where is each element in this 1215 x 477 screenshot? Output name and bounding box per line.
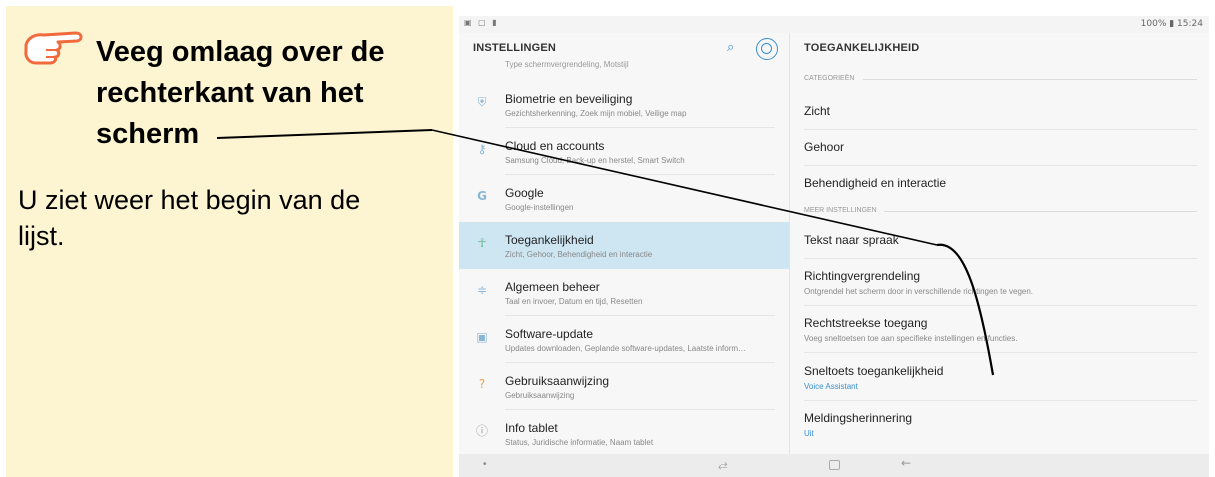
settings-item-title: Cloud en accounts — [505, 139, 605, 153]
nav-dot-icon: • — [483, 459, 487, 470]
more-settings-label: MEER INSTELLINGEN — [804, 207, 877, 214]
account-icon[interactable] — [756, 38, 778, 60]
instruction-title-line2: rechterkant van het — [96, 77, 364, 109]
back-icon[interactable]: ← — [901, 456, 911, 470]
instruction-title: Veeg omlaag over de rechterkant van het … — [96, 32, 436, 155]
categories-label: CATEGORIEËN — [804, 75, 855, 82]
google-icon: G — [477, 189, 487, 203]
instruction-title-line1: Veeg omlaag over de — [96, 36, 385, 68]
setting-richtingvergrendeling-sub: Ontgrendel het scherm door in verschille… — [804, 287, 1034, 296]
more-settings-divider — [884, 211, 1197, 212]
info-icon: ⓘ — [475, 424, 488, 438]
settings-item-cloud[interactable]: ⚷ Cloud en accounts Samsung Cloud, Back-… — [459, 128, 789, 175]
recent-apps-icon[interactable]: ⥄ — [718, 457, 728, 472]
tablet-screen: ▣ ▢ ▮ 100% ▮ 15:24 INSTELLINGEN ⌕ Type s… — [459, 16, 1209, 477]
accessibility-panel: TOEGANKELIJKHEID CATEGORIEËN Zicht Gehoo… — [790, 33, 1209, 454]
settings-item-gebruiksaanwijzing[interactable]: ? Gebruiksaanwijzing Gebruiksaanwijzing — [459, 363, 789, 410]
search-icon[interactable]: ⌕ — [727, 40, 745, 58]
instruction-body: U ziet weer het begin van de lijst. — [18, 182, 448, 254]
settings-item-subtitle: Status, Juridische informatie, Naam tabl… — [505, 438, 654, 447]
instruction-body-line2: lijst. — [18, 221, 65, 251]
settings-item-title: Software-update — [505, 327, 594, 341]
navigation-bar: • ⥄ ← — [459, 454, 1209, 477]
settings-item-title: Toegankelijkheid — [505, 233, 594, 247]
settings-item-google[interactable]: G Google Google-instellingen — [459, 175, 789, 222]
instruction-body-line1: U ziet weer het begin van de — [18, 185, 361, 215]
settings-item-software-update[interactable]: ▣ Software-update Updates downloaden, Ge… — [459, 316, 789, 363]
settings-item-subtitle: Gezichtsherkenning, Zoek mijn mobiel, Ve… — [505, 109, 687, 118]
sliders-icon: ≑ — [476, 283, 488, 297]
settings-item-subtitle: Taal en invoer, Datum en tijd, Resetten — [505, 297, 643, 306]
update-icon: ▣ — [476, 330, 488, 344]
accessibility-title: TOEGANKELIJKHEID — [804, 42, 920, 54]
category-zicht[interactable]: Zicht — [804, 104, 830, 118]
instruction-title-line3: scherm — [96, 118, 200, 150]
settings-item-subtitle: Updates downloaden, Geplande software-up… — [505, 344, 747, 353]
settings-list-panel: INSTELLINGEN ⌕ Type schermvergrendeling,… — [459, 33, 789, 454]
setting-rechtstreekse-toegang[interactable]: Rechtstreekse toegang — [804, 316, 927, 330]
key-icon: ⚷ — [477, 142, 487, 156]
setting-meldingsherinnering[interactable]: Meldingsherinnering — [804, 411, 912, 425]
settings-item-title: Algemeen beheer — [505, 280, 600, 294]
settings-title: INSTELLINGEN — [473, 42, 557, 54]
settings-item-subtitle: Google-instellingen — [505, 203, 574, 212]
settings-item-title: Biometrie en beveiliging — [505, 92, 633, 106]
category-behendigheid[interactable]: Behendigheid en interactie — [804, 176, 946, 190]
settings-item-info-tablet[interactable]: ⓘ Info tablet Status, Juridische informa… — [459, 410, 789, 454]
categories-divider — [863, 79, 1197, 80]
settings-item-biometrie[interactable]: ⛨ Biometrie en beveiliging Gezichtsherke… — [459, 81, 789, 128]
settings-item-subtitle: Gebruiksaanwijzing — [505, 391, 575, 400]
settings-item-subtitle: Zicht, Gehoor, Behendigheid en interacti… — [505, 250, 653, 259]
status-bar: ▣ ▢ ▮ 100% ▮ 15:24 — [459, 16, 1209, 33]
shield-icon: ⛨ — [477, 95, 487, 109]
home-icon[interactable] — [829, 460, 840, 470]
status-right: 100% ▮ 15:24 — [1140, 19, 1203, 29]
settings-item-toegankelijkheid[interactable]: ☥ Toegankelijkheid Zicht, Gehoor, Behend… — [459, 222, 789, 269]
settings-item-title: Gebruiksaanwijzing — [505, 374, 610, 388]
setting-rechtstreekse-toegang-sub: Voeg sneltoetsen toe aan specifieke inst… — [804, 334, 1018, 343]
setting-sneltoets[interactable]: Sneltoets toegankelijkheid — [804, 364, 943, 378]
cut-subtitle: Type schermvergrendeling, Motstijl — [505, 60, 629, 69]
setting-richtingvergrendeling[interactable]: Richtingvergrendeling — [804, 269, 920, 283]
settings-item-title: Info tablet — [505, 421, 558, 435]
settings-item-title: Google — [505, 186, 544, 200]
category-gehoor[interactable]: Gehoor — [804, 140, 844, 154]
notification-icons: ▣ ▢ ▮ — [464, 18, 499, 27]
settings-item-algemeen-beheer[interactable]: ≑ Algemeen beheer Taal en invoer, Datum … — [459, 269, 789, 316]
manual-icon: ? — [478, 377, 486, 391]
setting-tekst-naar-spraak[interactable]: Tekst naar spraak — [804, 233, 899, 247]
settings-item-subtitle: Samsung Cloud, Back-up en herstel, Smart… — [505, 156, 685, 165]
accessibility-icon: ☥ — [477, 236, 487, 250]
setting-sneltoets-sub: Voice Assistant — [804, 382, 858, 391]
pointing-hand-icon — [24, 31, 83, 65]
instruction-panel: Veeg omlaag over de rechterkant van het … — [6, 6, 453, 477]
setting-meldingsherinnering-sub: Uit — [804, 429, 814, 438]
